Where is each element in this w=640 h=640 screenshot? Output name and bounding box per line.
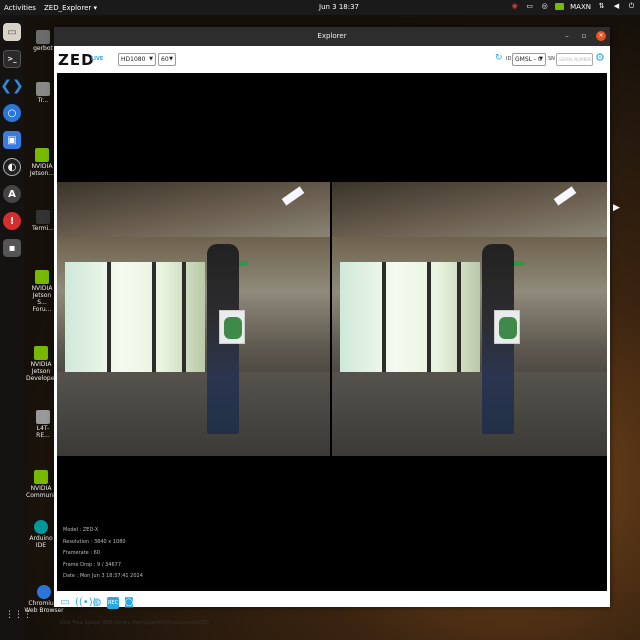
app-a-icon[interactable]: A	[3, 185, 21, 203]
camera-id-select[interactable]: GMSL - 0 ▼	[512, 53, 546, 66]
power-icon[interactable]: ⏻	[627, 2, 636, 11]
terminal-icon[interactable]: >_	[3, 50, 21, 68]
info-resolution: Resolution : 3840 x 1080	[63, 538, 126, 545]
chromium-icon[interactable]: ◎	[540, 2, 549, 11]
top-bar: Activities ZED_Explorer ▾ Jun 3 18:37 ◉ …	[0, 0, 640, 15]
close-button[interactable]: ✕	[596, 31, 606, 41]
zed-explorer-icon[interactable]: ▪	[3, 239, 21, 257]
recording-icon[interactable]: ◉	[510, 2, 519, 11]
arduino-icon	[34, 520, 48, 534]
explorer-window: Explorer – ▫ ✕ ZED LIVE HD1080 ▼ 60 ▼ ↻ …	[54, 27, 610, 626]
display-icon[interactable]: ▭	[525, 2, 534, 11]
editor-icon[interactable]: ▣	[3, 131, 21, 149]
app-menu[interactable]: ZED_Explorer ▾	[44, 4, 97, 12]
vscode-icon[interactable]: ❮❯	[0, 77, 23, 95]
info-frame-drop: Frame Drop : 9 / 34677	[63, 561, 122, 568]
video-viewer[interactable]: Model : ZED-X Resolution : 3840 x 1080 F…	[57, 73, 607, 591]
network-icon[interactable]: ⇅	[597, 2, 606, 11]
desktop-item-label: L4T-RE...	[36, 425, 50, 439]
camera-id-value: GMSL - 0	[515, 56, 542, 63]
zed-logo: ZED	[58, 51, 95, 69]
system-tray[interactable]: ◉ ▭ ◎ MAXN ⇅ ◀ ⏻	[510, 2, 636, 11]
id-label: ID	[506, 56, 512, 62]
accessibility-icon[interactable]: ◍	[91, 597, 103, 609]
info-framerate: Framerate : 60	[63, 550, 100, 556]
right-camera-image	[332, 182, 607, 456]
info-date: Date : Mon Jun 3 18:37:41 2024	[63, 573, 143, 579]
minimize-button[interactable]: –	[562, 31, 572, 41]
camera-icon[interactable]: ◙	[123, 597, 135, 609]
live-label: LIVE	[91, 56, 104, 62]
desktop-item[interactable]: gerbot	[30, 30, 56, 52]
power-mode-label[interactable]: MAXN	[570, 3, 591, 11]
document-icon	[36, 410, 50, 424]
desktop-item[interactable]: NVIDIA Jetson...	[28, 148, 56, 177]
desktop-item-label: NVIDIA Jetson S... Foru...	[31, 285, 53, 313]
bottom-toolbar: ▭ ((•)) ◍ REC ◙	[59, 597, 135, 609]
terminal-icon	[36, 210, 50, 224]
clock[interactable]: Jun 3 18:37	[319, 3, 359, 11]
settings-icon[interactable]: ⚙	[595, 51, 605, 64]
files-icon[interactable]: ▭	[3, 23, 21, 41]
chevron-down-icon: ▼	[169, 56, 173, 62]
toolbar: ZED LIVE HD1080 ▼ 60 ▼ ↻ ID GMSL - 0 ▼ S…	[54, 46, 610, 73]
desktop-item-label: gerbot	[33, 45, 53, 52]
maximize-button[interactable]: ▫	[579, 31, 589, 41]
desktop-item[interactable]: NVIDIA Communit...	[26, 470, 63, 499]
desktop-item-label: Arduino IDE	[29, 535, 53, 549]
desktop-item[interactable]: NVIDIA Jetson Develope...	[26, 346, 60, 382]
info-model: Model : ZED-X	[63, 527, 99, 533]
activities-button[interactable]: Activities	[0, 4, 44, 12]
chevron-down-icon: ▼	[149, 56, 153, 62]
serial-number-input[interactable]: SERIAL NUMBER	[556, 53, 593, 66]
refresh-icon[interactable]: ↻	[495, 53, 503, 63]
desktop-item-label: Termi...	[32, 225, 54, 232]
chromium-icon	[37, 585, 51, 599]
sn-label: SN	[548, 56, 555, 62]
folder-icon[interactable]: ▭	[59, 597, 71, 609]
help-icon[interactable]: !	[3, 212, 21, 230]
left-camera-image	[57, 182, 330, 456]
resolution-select[interactable]: HD1080 ▼	[118, 53, 156, 66]
window-titlebar[interactable]: Explorer – ▫ ✕	[54, 27, 610, 46]
window-title: Explorer	[317, 32, 347, 40]
disk-status: Disk Free Space: 860 Gb on: /home/gerbot…	[60, 620, 209, 626]
dock: ▭ >_ ❮❯ ○ ▣ ◐ A ! ▪	[0, 15, 24, 640]
resolution-value: HD1080	[121, 56, 146, 63]
version-label: v4.0.8	[588, 620, 604, 626]
obs-icon[interactable]: ◐	[3, 158, 21, 176]
nvidia-icon	[35, 148, 49, 162]
desktop-item[interactable]: Tr...	[30, 82, 56, 104]
desktop-item-label: NVIDIA Jetson...	[29, 163, 55, 177]
camera-info: Model : ZED-X Resolution : 3840 x 1080 F…	[63, 525, 143, 583]
chromium-icon[interactable]: ○	[3, 104, 21, 122]
home-folder-icon	[36, 30, 50, 44]
volume-icon[interactable]: ◀	[612, 2, 621, 11]
nvidia-icon	[34, 470, 48, 484]
desktop-item[interactable]: Arduino IDE	[26, 520, 56, 549]
mouse-cursor-icon: ▶	[613, 203, 620, 213]
desktop-item[interactable]: Termi...	[30, 210, 56, 232]
nvidia-icon[interactable]	[555, 3, 565, 10]
desktop-item-label: Tr...	[37, 97, 49, 104]
fps-value: 60	[161, 56, 169, 63]
nvidia-icon	[35, 270, 49, 284]
desktop-item[interactable]: L4T-RE...	[30, 410, 56, 439]
trash-icon	[36, 82, 50, 96]
record-icon[interactable]: REC	[107, 597, 119, 609]
nvidia-icon	[34, 346, 48, 360]
stream-icon[interactable]: ((•))	[75, 597, 97, 609]
desktop-item[interactable]: NVIDIA Jetson S... Foru...	[28, 270, 56, 313]
fps-select[interactable]: 60 ▼	[158, 53, 176, 66]
chevron-down-icon: ▼	[539, 56, 543, 62]
